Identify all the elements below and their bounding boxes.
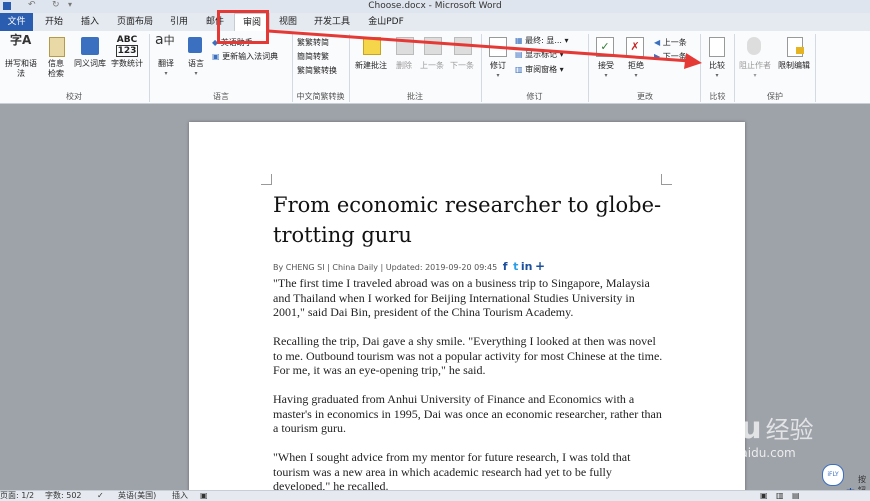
- changes-group-label: 更改: [637, 92, 653, 101]
- document-page[interactable]: From economic researcher to globe-trotti…: [189, 122, 745, 500]
- status-bar: 页面: 1/2 字数: 502 ✓ 英语(美国) 插入 ▣ ▣ ▥ ▤: [0, 490, 870, 501]
- paragraph: "When I sought advice from my mentor for…: [273, 450, 631, 493]
- watermark-jingyan: 经验: [765, 416, 814, 444]
- separator: [815, 34, 816, 102]
- share-plus-icon[interactable]: +: [535, 259, 545, 273]
- word-count-icon: ABC 123: [108, 35, 146, 59]
- window-title: Choose.docx - Microsoft Word: [368, 1, 502, 11]
- facebook-icon[interactable]: f: [503, 260, 508, 273]
- restrict-editing-label: 限制编辑: [778, 61, 810, 70]
- paragraph: "The first time I traveled abroad was on…: [273, 276, 650, 319]
- language-group-label: 语言: [213, 92, 229, 101]
- word-count-button[interactable]: ABC 123 字数统计: [108, 35, 146, 69]
- tab-page-layout[interactable]: 页面布局: [112, 13, 158, 31]
- watermark-brand: Bai: [665, 411, 719, 446]
- baidu-du-text: u: [740, 411, 762, 446]
- spelling-label: 拼写和语法: [5, 59, 37, 78]
- crop-mark-top-left: [261, 174, 272, 185]
- tab-file[interactable]: 文件: [0, 13, 33, 31]
- tab-insert[interactable]: 插入: [76, 13, 104, 31]
- dropdown-arrow-icon: ▾: [194, 70, 198, 77]
- proofing-group-label: 校对: [66, 92, 82, 101]
- translate-label: 翻译: [158, 59, 174, 68]
- word-count-label: 字数统计: [111, 59, 143, 68]
- ime-widget[interactable]: iFLY 按钮 中 .: [818, 460, 870, 499]
- language-button[interactable]: 语言 ▾: [182, 35, 210, 79]
- language-label: 语言: [188, 59, 204, 68]
- crop-mark-top-right: [661, 174, 672, 185]
- block-authors-button[interactable]: 阻止作者 ▾: [737, 35, 773, 81]
- twitter-icon[interactable]: t: [513, 260, 518, 273]
- language-icon: [188, 37, 202, 53]
- paragraph: Recalling the trip, Dai gave a shy smile…: [273, 334, 663, 377]
- dropdown-arrow-icon: ▾: [634, 72, 638, 79]
- thesaurus-icon: [81, 37, 99, 55]
- tab-references[interactable]: 引用: [166, 13, 192, 31]
- document-title: From economic researcher to globe-trotti…: [273, 193, 662, 247]
- byline: By CHENG SI | China Daily | Updated: 201…: [273, 259, 545, 273]
- dropdown-arrow-icon: ▾: [164, 70, 168, 77]
- baidu-watermark: Bai✿u 经验 jingyan.baidu.com: [665, 410, 825, 460]
- dropdown-arrow-icon: ▾: [604, 72, 608, 79]
- protect-group-label: 保护: [767, 92, 783, 101]
- byline-text: By CHENG SI | China Daily | Updated: 201…: [273, 263, 498, 272]
- dropdown-arrow-icon: ▾: [715, 72, 719, 79]
- abc-text: ABC: [116, 35, 138, 45]
- dropdown-arrow-icon: ▾: [496, 72, 500, 79]
- tab-home[interactable]: 开始: [40, 13, 68, 31]
- padlock-icon: [796, 47, 804, 54]
- block-authors-label: 阻止作者: [739, 61, 771, 70]
- paragraph: Having graduated from Anhui University o…: [273, 392, 662, 435]
- research-button[interactable]: 信息检索: [44, 35, 68, 79]
- translate-button[interactable]: a中 翻译 ▾: [152, 32, 180, 79]
- block-authors-icon: [747, 37, 761, 55]
- ifly-icon: iFLY: [822, 464, 844, 486]
- title-bar: ↶ ↻ ▾ Choose.docx - Microsoft Word: [0, 0, 870, 13]
- compare-icon: [709, 37, 725, 57]
- research-label: 信息检索: [48, 59, 64, 78]
- linkedin-icon[interactable]: in: [521, 260, 533, 273]
- spelling-button[interactable]: 字A 拼写和语法: [2, 33, 40, 79]
- abc-number-text: 123: [115, 45, 139, 57]
- thesaurus-label: 同义词库: [74, 59, 106, 68]
- dropdown-arrow-icon: ▾: [753, 72, 757, 79]
- compare-group-label: 比较: [709, 92, 726, 101]
- research-icon: [49, 37, 65, 57]
- annotation-arrow: [267, 29, 702, 69]
- thesaurus-button[interactable]: 同义词库: [72, 35, 108, 69]
- restrict-editing-button[interactable]: 限制编辑: [774, 35, 814, 71]
- tracking-group-label: 修订: [526, 92, 543, 101]
- compare-label: 比较: [709, 61, 725, 70]
- dictionary-icon: ▣: [212, 52, 220, 61]
- translate-icon: a中: [155, 32, 175, 48]
- comments-group-label: 批注: [407, 92, 423, 101]
- paw-icon: ✿: [718, 415, 741, 445]
- spelling-icon: 字A: [10, 33, 32, 47]
- watermark-site: jingyan.baidu.com: [685, 446, 796, 460]
- chinese-conversion-group-label: 中文简繁转换: [296, 92, 345, 101]
